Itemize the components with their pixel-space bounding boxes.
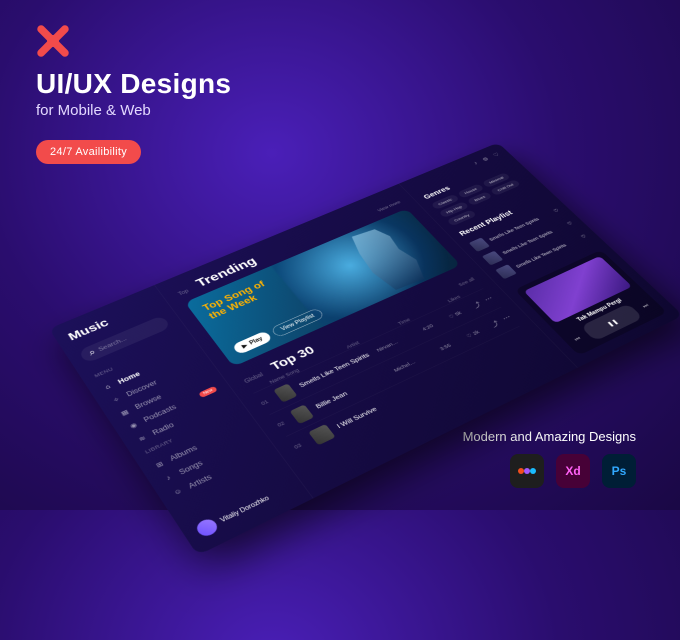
share-icon[interactable]: ⤴ <box>471 300 484 310</box>
bell-icon[interactable]: ♡ <box>492 152 501 158</box>
search-icon: ⌕ <box>87 348 98 358</box>
column-labels: See all <box>457 277 475 288</box>
brand-logo <box>36 24 70 58</box>
sidebar-item-label: Artists <box>187 473 214 490</box>
more-icon[interactable]: ⋯ <box>482 294 495 304</box>
avatar <box>194 517 221 539</box>
track-time: 4:20 <box>421 318 445 331</box>
track-cover <box>290 404 315 424</box>
heart-icon[interactable]: ♡ <box>579 234 587 240</box>
track-likes: ♡5k <box>447 307 469 320</box>
heart-icon[interactable]: ♡ <box>552 208 560 214</box>
marketing-sub: for Mobile & Web <box>36 102 231 119</box>
marketing-headline: UI/UX Designs <box>36 68 231 100</box>
group-global[interactable]: Global <box>243 372 264 385</box>
browse-icon: ▦ <box>118 407 131 417</box>
track-cover <box>273 383 297 402</box>
play-button[interactable]: ▶Play <box>232 330 274 355</box>
view-more-link[interactable]: View more <box>376 200 401 213</box>
share-icon[interactable]: ⤴ <box>488 319 501 329</box>
songs-icon: ♪ <box>162 472 176 483</box>
user-name: Vitaliy Dorozhko <box>219 495 270 524</box>
tab-top[interactable]: Top <box>177 288 190 296</box>
pause-button[interactable]: ❚❚ <box>580 303 643 341</box>
discover-icon: ✧ <box>110 395 123 405</box>
heart-icon[interactable]: ♡ <box>566 221 574 227</box>
recent-cover <box>495 264 517 279</box>
music-app-window: Music ⌕ Menu ⌂ Home ✧ Discover ▦ Browse … <box>49 143 680 556</box>
track-number: 02 <box>276 419 289 428</box>
see-all-link[interactable]: See all <box>457 277 475 288</box>
sidebar-item-label: Radio <box>151 421 176 437</box>
podcast-icon: ◉ <box>127 420 140 431</box>
track-number: 03 <box>293 440 308 450</box>
more-icon[interactable]: ⋯ <box>500 313 513 323</box>
play-icon: ▶ <box>241 343 249 350</box>
radio-icon: ≋ <box>135 433 149 444</box>
next-button[interactable]: ⏭ <box>637 300 654 312</box>
notification-icon[interactable]: ♪ <box>472 161 479 166</box>
track-number: 01 <box>260 397 273 406</box>
track-likes: ♡2k <box>465 326 487 339</box>
home-icon: ⌂ <box>101 382 114 392</box>
albums-icon: ⊞ <box>153 459 167 470</box>
track-cover <box>308 424 335 445</box>
view-playlist-button[interactable]: View Playlist <box>270 307 325 337</box>
prev-button[interactable]: ⏮ <box>569 333 586 345</box>
artists-icon: ☺ <box>171 486 185 497</box>
settings-icon[interactable]: ⚙ <box>481 156 490 162</box>
track-time: 3:55 <box>439 338 463 352</box>
